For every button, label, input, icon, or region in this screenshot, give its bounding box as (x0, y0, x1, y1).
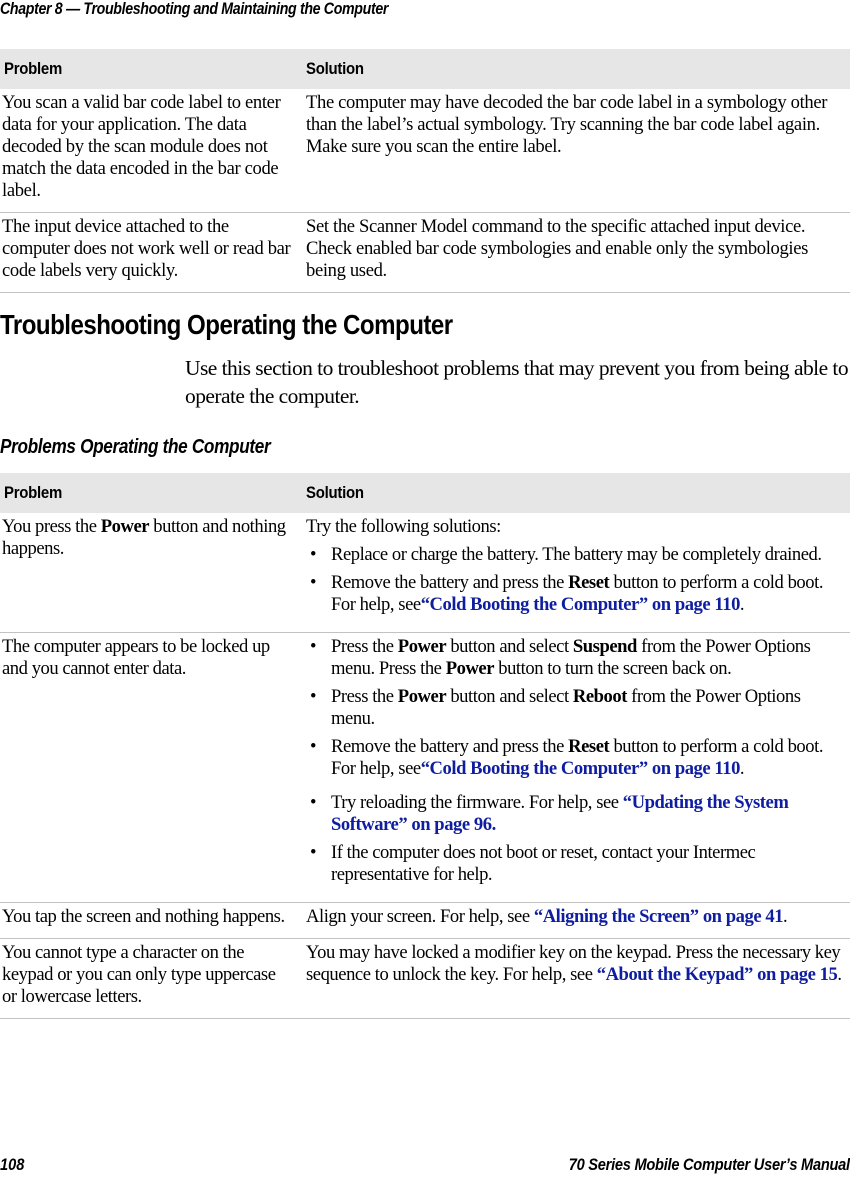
problem-cell: You press the Power button and nothing h… (0, 513, 300, 633)
solution-list: Press the Power button and select Suspen… (306, 636, 848, 886)
solution-list: Replace or charge the battery. The batte… (306, 544, 848, 616)
problem-cell: The input device attached to the compute… (0, 212, 300, 293)
table-row: You press the Power button and nothing h… (0, 513, 850, 633)
section-intro: Use this section to troubleshoot problem… (185, 356, 849, 408)
power-keyword: Power (445, 658, 495, 679)
scanner-problems-table: Problem Solution You scan a valid bar co… (0, 49, 850, 293)
list-item: Remove the battery and press the Reset b… (306, 736, 848, 780)
list-item: Remove the battery and press the Reset b… (306, 572, 848, 616)
cold-boot-xref-link[interactable]: “Cold Booting the Computer” on page 110 (421, 594, 741, 615)
footer-manual-title: 70 Series Mobile Computer User’s Manual (568, 1155, 850, 1174)
suspend-keyword: Suspend (572, 636, 637, 657)
table-row: The input device attached to the compute… (0, 212, 850, 293)
table-caption: Problems Operating the Computer (0, 436, 271, 458)
column-header-problem: Problem (0, 473, 300, 513)
reset-keyword: Reset (568, 736, 610, 757)
footer-page-number: 108 (0, 1155, 25, 1174)
aligning-screen-xref-link[interactable]: “Aligning the Screen” on page 41 (534, 906, 784, 927)
power-keyword: Power (397, 686, 447, 707)
problem-cell: You cannot type a character on the keypa… (0, 938, 300, 1019)
list-item: Press the Power button and select Reboot… (306, 686, 848, 730)
column-header-solution: Solution (300, 49, 850, 89)
solution-cell: Set the Scanner Model command to the spe… (300, 212, 850, 293)
cold-boot-xref-link[interactable]: “Cold Booting the Computer” on page 110 (421, 758, 741, 779)
solution-cell: You may have locked a modifier key on th… (300, 938, 850, 1019)
problem-cell: The computer appears to be locked up and… (0, 632, 300, 903)
list-item: If the computer does not boot or reset, … (306, 842, 848, 886)
column-header-solution: Solution (300, 473, 850, 513)
reset-keyword: Reset (568, 572, 610, 593)
table-header-row: Problem Solution (0, 473, 850, 513)
reboot-keyword: Reboot (572, 686, 628, 707)
solution-cell: Press the Power button and select Suspen… (300, 632, 850, 903)
solution-cell: The computer may have decoded the bar co… (300, 89, 850, 213)
problem-cell: You tap the screen and nothing happens. (0, 902, 300, 939)
operating-problems-table: Problem Solution You press the Power but… (0, 473, 850, 1019)
solution-cell: Align your screen. For help, see “Aligni… (300, 902, 850, 939)
solution-lead: Try the following solutions: (306, 516, 501, 537)
solution-cell: Try the following solutions: Replace or … (300, 513, 850, 633)
problem-cell: You scan a valid bar code label to enter… (0, 89, 300, 213)
table-header-row: Problem Solution (0, 49, 850, 89)
running-header: Chapter 8 — Troubleshooting and Maintain… (0, 0, 389, 18)
list-item: Try reloading the firmware. For help, se… (306, 792, 848, 836)
table-row: The computer appears to be locked up and… (0, 632, 850, 903)
section-heading: Troubleshooting Operating the Computer (0, 309, 453, 340)
about-keypad-xref-link[interactable]: “About the Keypad” on page 15 (597, 964, 838, 985)
list-item: Replace or charge the battery. The batte… (306, 544, 848, 566)
power-keyword: Power (100, 516, 150, 537)
table-row: You cannot type a character on the keypa… (0, 938, 850, 1019)
table-row: You tap the screen and nothing happens. … (0, 902, 850, 939)
power-keyword: Power (397, 636, 447, 657)
column-header-problem: Problem (0, 49, 300, 89)
list-item: Press the Power button and select Suspen… (306, 636, 848, 680)
table-row: You scan a valid bar code label to enter… (0, 89, 850, 213)
